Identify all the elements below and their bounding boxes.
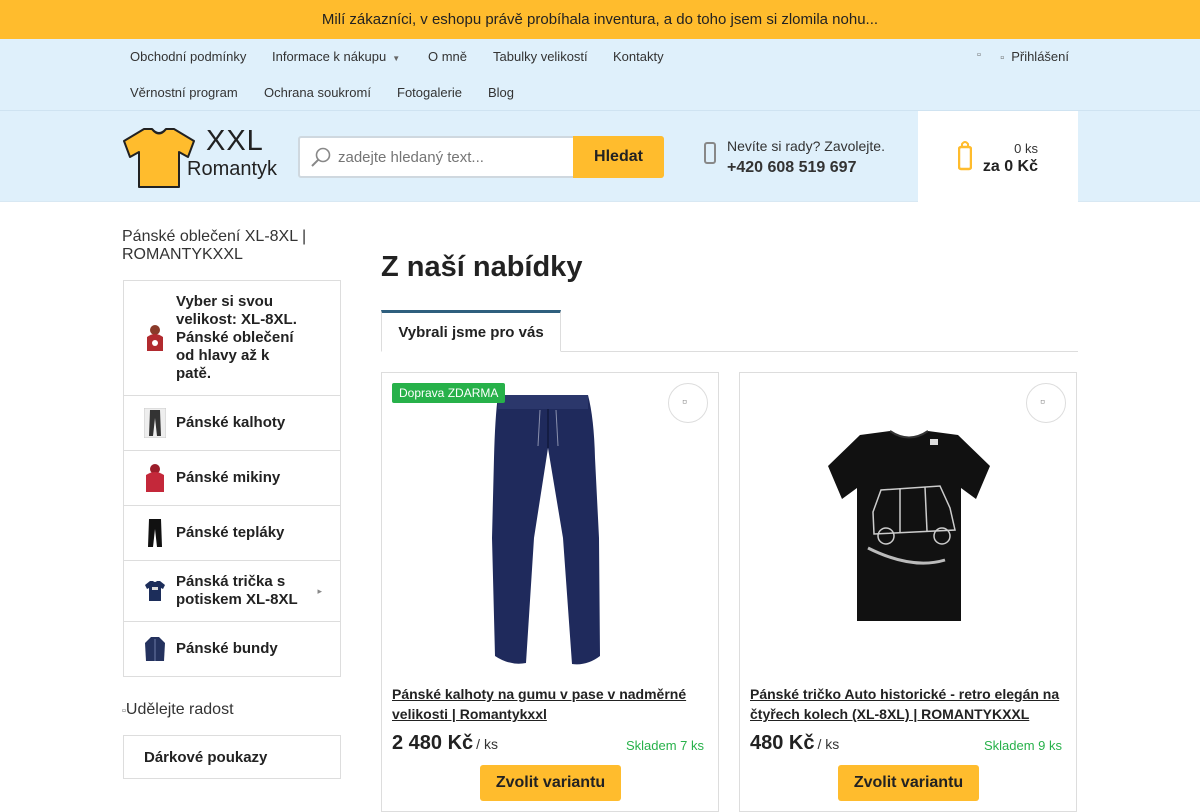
phone-icon [704, 142, 716, 164]
heart-icon: ▫ [682, 393, 687, 409]
logo-text-top: XXL [206, 125, 264, 157]
page-title: Z naší nabídky [381, 251, 583, 283]
heart-icon: ▫ [1040, 393, 1045, 409]
product-price-row: 2 480 Kč / ks [392, 732, 498, 755]
wishlist-button[interactable]: ▫ [668, 383, 708, 423]
sweatpants-thumbnail-icon [144, 518, 166, 548]
stock-status: Skladem 7 ks [625, 738, 704, 753]
hoodie-thumbnail-icon [144, 323, 166, 353]
logo-text-bottom: Romantyk [187, 158, 278, 180]
sidebar-item-sweatpants[interactable]: Pánské tepláky [124, 506, 340, 561]
chevron-right-icon[interactable]: ▸ [317, 586, 322, 597]
logo[interactable]: XXL Romantyk [122, 125, 277, 189]
tshirt-thumbnail-icon [144, 579, 166, 603]
category-menu: Vyber si svou velikost: XL-8XL. Pánské o… [123, 280, 341, 677]
product-image[interactable] [740, 388, 1078, 668]
product-price: 2 480 Kč [392, 732, 474, 754]
chevron-down-icon: ▼ [392, 54, 401, 63]
price-unit: / ks [476, 736, 498, 752]
sidebar-item-label: Pánské tepláky [176, 524, 285, 541]
sidebar-item-label: Pánská trička s potiskem XL-8XL [176, 573, 298, 608]
help-phone-number[interactable]: +420 608 519 697 [727, 159, 856, 177]
sidebar-item-jackets[interactable]: Pánské bundy [124, 622, 340, 676]
product-image[interactable] [382, 388, 720, 668]
search-button[interactable]: Hledat [573, 136, 664, 178]
cart-count: 0 ks [1014, 141, 1038, 156]
cart-widget[interactable]: 0 ks za 0 Kč [918, 111, 1078, 202]
help-question: Nevíte si rady? Zavolejte. [727, 138, 885, 154]
tab-bar: Vybrali jsme pro vás [381, 310, 1078, 352]
info-banner-text: Milí zákazníci, v eshopu právě probíhala… [321, 11, 879, 28]
cart-total: za 0 Kč [982, 158, 1038, 175]
search-icon [311, 147, 331, 167]
pants-thumbnail-icon [144, 408, 166, 438]
sidebar-item-size-overview[interactable]: Vyber si svou velikost: XL-8XL. Pánské o… [124, 281, 340, 396]
tab-featured[interactable]: Vybrali jsme pro vás [381, 310, 561, 352]
product-name[interactable]: Pánské kalhoty na gumu v pase v nadměrné… [392, 684, 710, 724]
gift-heading-label: Udělejte radost [125, 701, 234, 718]
product-price: 480 Kč [750, 732, 815, 754]
sidebar-item-pants[interactable]: Pánské kalhoty [124, 396, 340, 451]
sidebar-item-gift-vouchers[interactable]: Dárkové poukazy [123, 735, 341, 779]
price-unit: / ks [817, 736, 840, 752]
sidebar-title: Pánské oblečení XL-8XL | ROMANTYKXXL [122, 228, 307, 263]
choose-variant-button[interactable]: Zvolit variantu [838, 765, 979, 801]
product-card[interactable]: ▫ Pánské tričko Auto historické - retro … [739, 372, 1077, 812]
nav-link-terms[interactable]: Obchodní podmínky [130, 49, 246, 64]
nav-link-blog[interactable]: Blog [488, 85, 514, 100]
product-price-row: 480 Kč / ks [750, 732, 839, 755]
wishlist-button[interactable]: ▫ [1026, 383, 1066, 423]
nav-link-purchase-info-label: Informace k nákupu [272, 49, 387, 64]
nav-link-contacts[interactable]: Kontakty [613, 49, 664, 64]
info-banner: Milí zákazníci, v eshopu právě probíhala… [0, 0, 1200, 39]
tshirt-logo-icon [123, 128, 195, 188]
nav-link-about[interactable]: O mně [428, 49, 467, 64]
sidebar-item-label: Vyber si svou velikost: XL-8XL. Pánské o… [176, 293, 297, 382]
login-link[interactable]: ▫ Přihlášení [1000, 49, 1069, 64]
hoodie-thumbnail-icon [144, 463, 166, 493]
login-label: Přihlášení [1011, 49, 1069, 64]
stock-status: Skladem 9 ks [983, 738, 1062, 753]
language-icon[interactable]: ▫ [977, 49, 981, 61]
sidebar-item-label: Pánské mikiny [176, 469, 281, 486]
shopping-bag-icon [958, 141, 972, 171]
sidebar-item-tshirts[interactable]: Pánská trička s potiskem XL-8XL ▸ [124, 561, 340, 622]
site-header: XXL Romantyk Hledat Nevíte si rady? Zavo… [0, 111, 1200, 202]
top-navigation: Obchodní podmínky Informace k nákupu ▼ O … [0, 39, 1200, 111]
search-input[interactable] [338, 138, 568, 176]
jacket-thumbnail-icon [144, 636, 166, 662]
nav-link-privacy[interactable]: Ochrana soukromí [264, 85, 371, 100]
nav-link-size-charts[interactable]: Tabulky velikostí [493, 49, 588, 64]
product-name[interactable]: Pánské tričko Auto historické - retro el… [750, 684, 1068, 724]
sidebar-item-label: Pánské kalhoty [176, 414, 286, 431]
nav-link-gallery[interactable]: Fotogalerie [397, 85, 462, 100]
sidebar-item-hoodies[interactable]: Pánské mikiny [124, 451, 340, 506]
sidebar-item-label: Pánské bundy [176, 640, 278, 657]
nav-link-purchase-info[interactable]: Informace k nákupu ▼ [272, 49, 400, 64]
choose-variant-button[interactable]: Zvolit variantu [480, 765, 621, 801]
nav-link-loyalty[interactable]: Věrnostní program [130, 85, 238, 100]
product-card[interactable]: Doprava ZDARMA ▫ Pánské kalhoty na gumu … [381, 372, 719, 812]
free-shipping-badge: Doprava ZDARMA [392, 383, 506, 403]
search-bar: Hledat [298, 136, 664, 178]
gift-heading: ▫Udělejte radost [122, 701, 234, 719]
user-icon: ▫ [1000, 52, 1005, 64]
